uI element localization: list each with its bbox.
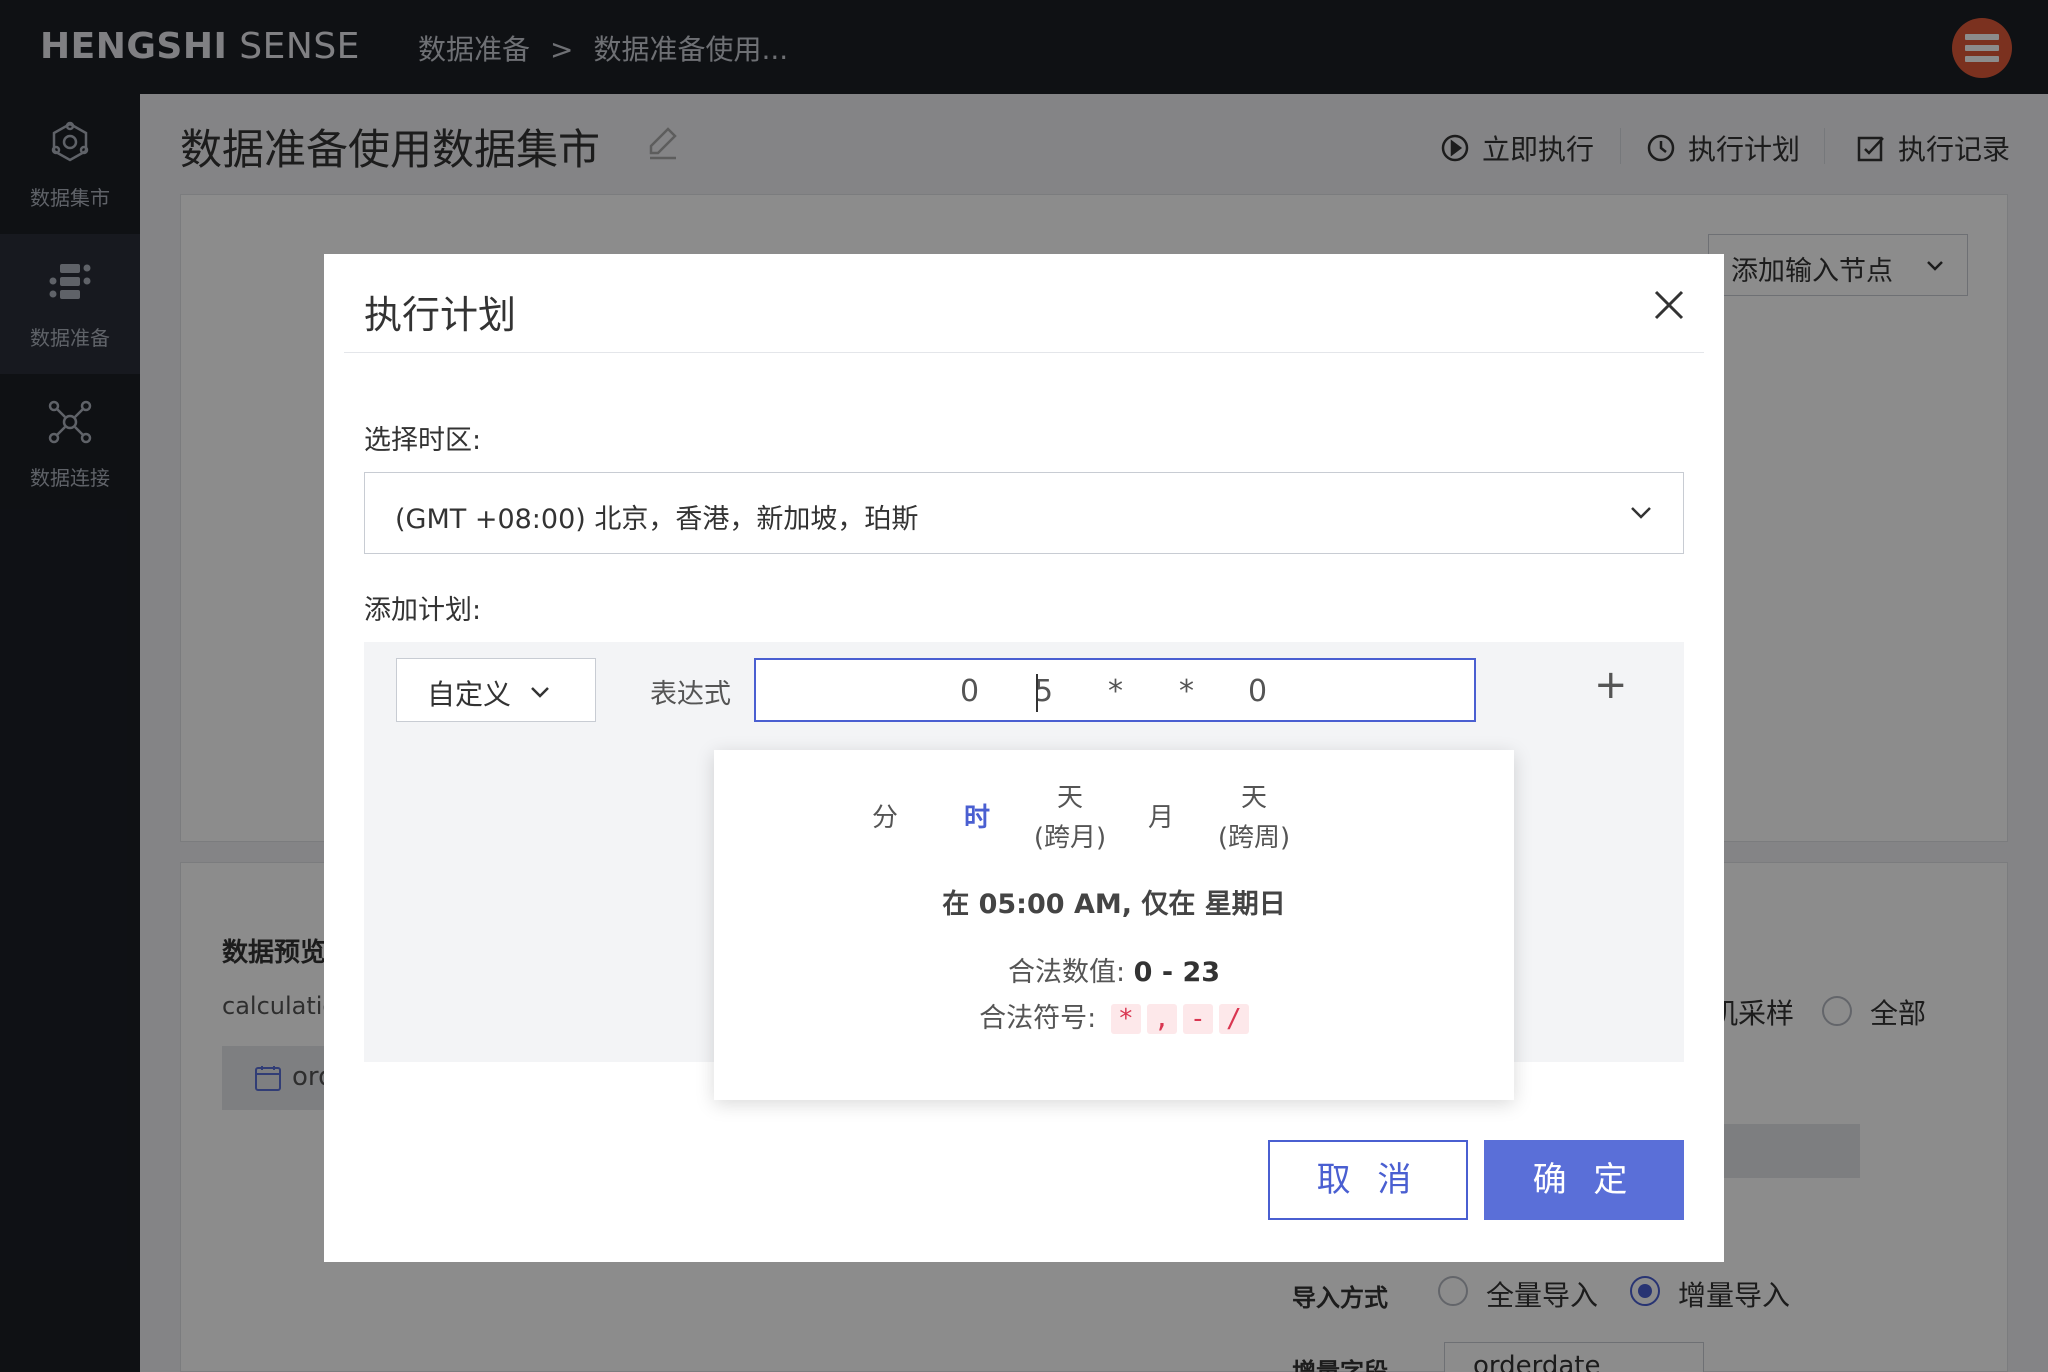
expression-label: 表达式 — [650, 679, 731, 710]
valid-symbols: 合法符号: *, - / — [714, 996, 1514, 1035]
close-icon[interactable] — [1652, 288, 1686, 322]
modal-title: 执行计划 — [364, 293, 517, 337]
text-caret — [1036, 674, 1038, 712]
cron-minute-field[interactable]: 0 — [960, 674, 979, 709]
symbol-chip: - — [1182, 1004, 1213, 1034]
confirm-button[interactable]: 确 定 — [1484, 1140, 1684, 1220]
cron-month-field[interactable]: * — [1179, 674, 1194, 709]
schedule-modal: 执行计划 选择时区: (GMT +08:00) 北京，香港，新加坡，珀斯 添加计… — [324, 254, 1724, 1262]
symbol-chip: * — [1110, 1004, 1141, 1034]
timezone-select[interactable]: (GMT +08:00) 北京，香港，新加坡，珀斯 — [364, 472, 1684, 554]
chevron-down-icon — [531, 687, 549, 698]
symbol-chip: , — [1146, 1004, 1177, 1034]
cron-expression-input[interactable]: 0 5 * * 0 — [754, 658, 1476, 722]
tab-day-of-week[interactable]: 天 (跨周) — [1154, 778, 1354, 858]
add-plan-label: 添加计划: — [364, 595, 482, 626]
plan-mode-select[interactable]: 自定义 — [396, 658, 596, 722]
cron-day-of-month-field[interactable]: * — [1108, 674, 1123, 709]
modal-divider — [344, 352, 1704, 353]
cron-day-of-week-field[interactable]: 0 — [1248, 674, 1267, 709]
cron-description: 在 05:00 AM, 仅在 星期日 — [942, 889, 1286, 920]
cron-help-popup: 分 时 天 (跨月) 月 天 (跨周) 在 05:00 AM, 仅在 星期日 合法数… — [714, 750, 1514, 1100]
symbol-chip: / — [1218, 1004, 1249, 1034]
chevron-down-icon — [1631, 507, 1651, 519]
tab-minute[interactable]: 分 — [850, 798, 920, 838]
cancel-button[interactable]: 取 消 — [1268, 1140, 1468, 1220]
add-plan-icon[interactable]: + — [1594, 662, 1628, 708]
timezone-label: 选择时区: — [364, 425, 482, 456]
valid-values: 合法数值: 0 - 23 — [1007, 957, 1221, 988]
